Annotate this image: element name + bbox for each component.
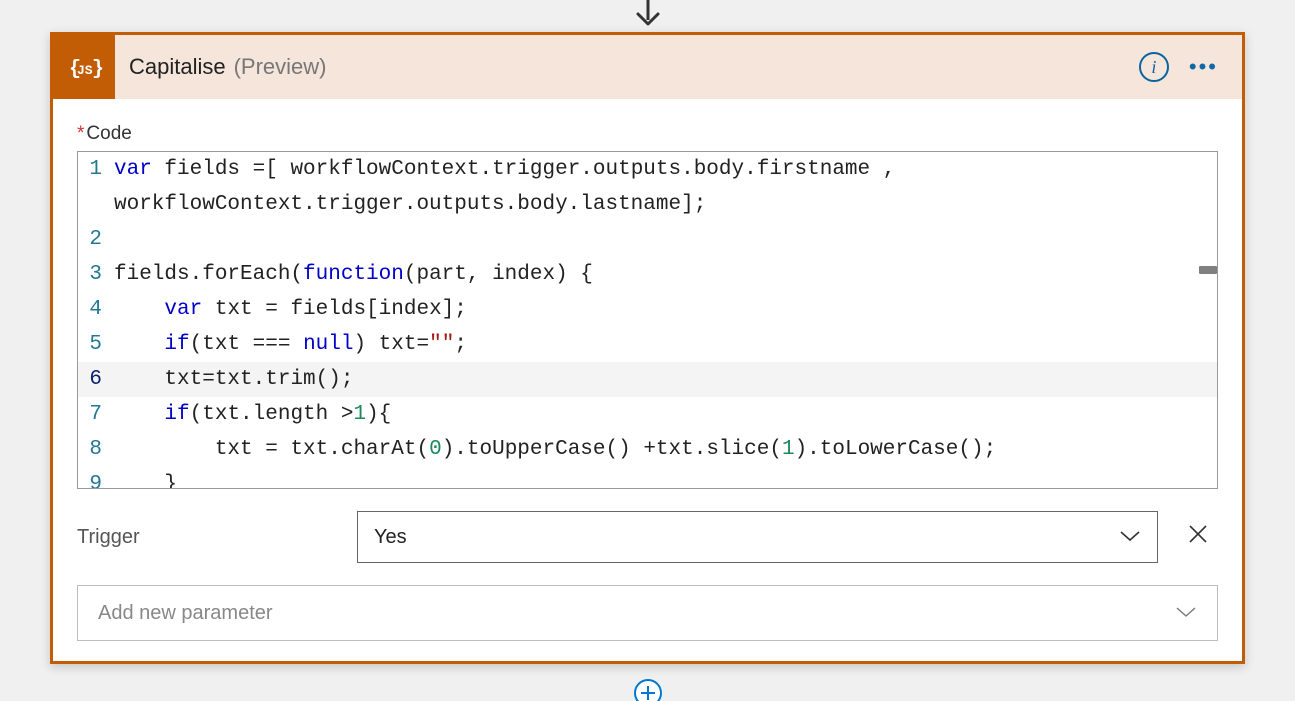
- remove-parameter-button[interactable]: [1178, 522, 1218, 553]
- code-line[interactable]: 3fields.forEach(function(part, index) {: [78, 257, 1217, 292]
- code-line[interactable]: 1var fields =[ workflowContext.trigger.o…: [78, 152, 1217, 187]
- line-number: 1: [78, 152, 114, 187]
- add-parameter-placeholder: Add new parameter: [98, 602, 273, 625]
- line-number: 6: [78, 362, 114, 397]
- ellipsis-menu-icon[interactable]: •••: [1189, 54, 1218, 80]
- card-body: *Code 1var fields =[ workflowContext.tri…: [53, 99, 1242, 661]
- line-number: 4: [78, 292, 114, 327]
- code-editor[interactable]: 1var fields =[ workflowContext.trigger.o…: [77, 151, 1218, 489]
- code-text: txt=txt.trim();: [114, 362, 1217, 397]
- card-subtitle: (Preview): [234, 54, 327, 80]
- code-text: var fields =[ workflowContext.trigger.ou…: [114, 152, 1217, 187]
- svg-text:JS: JS: [77, 63, 93, 78]
- editor-scrollbar-thumb[interactable]: [1199, 266, 1217, 274]
- flow-add-step-button[interactable]: [634, 679, 662, 701]
- code-line[interactable]: 2: [78, 222, 1217, 257]
- info-icon[interactable]: i: [1139, 52, 1169, 82]
- svg-text:}: }: [92, 58, 104, 81]
- line-number: 5: [78, 327, 114, 362]
- code-text: if(txt === null) txt="";: [114, 327, 1217, 362]
- code-line[interactable]: 7 if(txt.length >1){: [78, 397, 1217, 432]
- code-line[interactable]: 5 if(txt === null) txt="";: [78, 327, 1217, 362]
- line-number: 9: [78, 467, 114, 488]
- code-text: var txt = fields[index];: [114, 292, 1217, 327]
- trigger-dropdown[interactable]: Yes: [357, 511, 1158, 563]
- trigger-value: Yes: [374, 526, 407, 549]
- code-line[interactable]: 4 var txt = fields[index];: [78, 292, 1217, 327]
- line-number: [78, 187, 114, 222]
- inline-code-js-icon: { JS }: [53, 35, 115, 99]
- action-card-capitalise: { JS } Capitalise (Preview) i ••• *Code …: [50, 32, 1245, 664]
- add-parameter-dropdown[interactable]: Add new parameter: [77, 585, 1218, 641]
- code-field-label: *Code: [77, 123, 1218, 145]
- code-line[interactable]: 8 txt = txt.charAt(0).toUpperCase() +txt…: [78, 432, 1217, 467]
- code-text: fields.forEach(function(part, index) {: [114, 257, 1217, 292]
- code-line[interactable]: workflowContext.trigger.outputs.body.las…: [78, 187, 1217, 222]
- line-number: 8: [78, 432, 114, 467]
- code-text: [114, 222, 1217, 257]
- chevron-down-icon: [1119, 526, 1141, 549]
- line-number: 7: [78, 397, 114, 432]
- code-text: }: [114, 467, 1217, 488]
- card-header[interactable]: { JS } Capitalise (Preview) i •••: [53, 35, 1242, 99]
- code-line[interactable]: 6 txt=txt.trim();: [78, 362, 1217, 397]
- line-number: 3: [78, 257, 114, 292]
- code-text: if(txt.length >1){: [114, 397, 1217, 432]
- card-title: Capitalise: [129, 54, 226, 80]
- code-text: txt = txt.charAt(0).toUpperCase() +txt.s…: [114, 432, 1217, 467]
- line-number: 2: [78, 222, 114, 257]
- code-line[interactable]: 9 }: [78, 467, 1217, 488]
- trigger-label: Trigger: [77, 526, 337, 549]
- code-text: workflowContext.trigger.outputs.body.las…: [114, 187, 1217, 222]
- chevron-down-icon: [1175, 602, 1197, 625]
